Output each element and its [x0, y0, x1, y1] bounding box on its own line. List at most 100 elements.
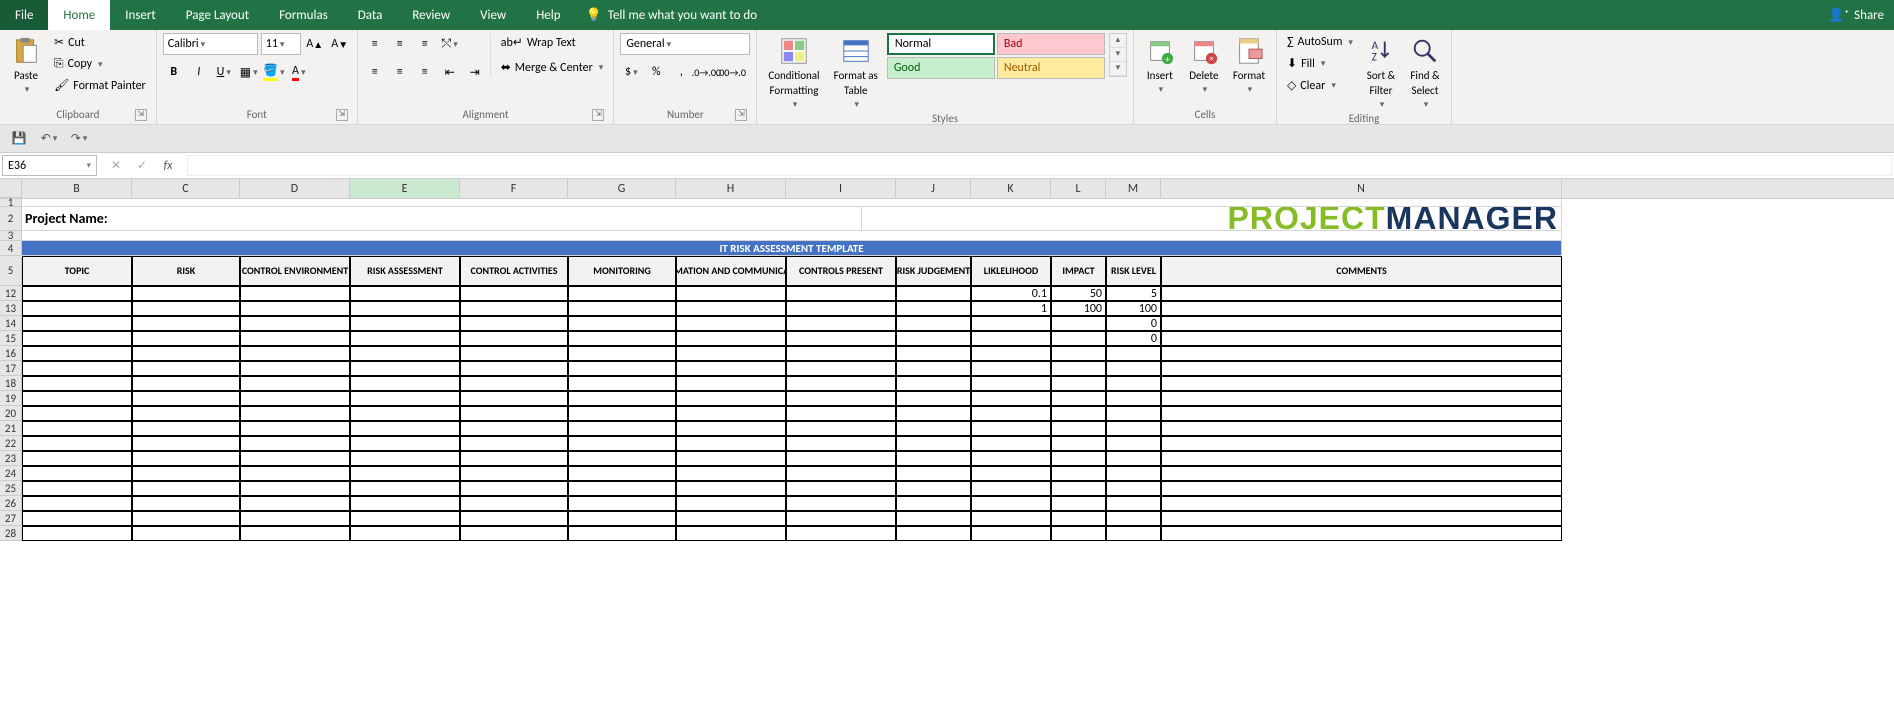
table-header[interactable]: LIKLELIHOOD [971, 256, 1051, 286]
conditional-formatting-button[interactable]: Conditional Formatting [763, 33, 824, 112]
table-cell[interactable] [568, 286, 676, 301]
table-cell[interactable] [240, 391, 350, 406]
table-cell[interactable] [240, 346, 350, 361]
table-cell[interactable] [350, 421, 460, 436]
table-header[interactable]: CONTROL ACTIVITIES [460, 256, 568, 286]
table-cell[interactable] [1051, 511, 1106, 526]
table-cell[interactable] [132, 361, 240, 376]
table-header[interactable]: RISK [132, 256, 240, 286]
cell-row-1[interactable] [22, 199, 1562, 207]
table-cell[interactable]: 100 [1106, 301, 1161, 316]
table-cell[interactable] [240, 466, 350, 481]
table-cell[interactable] [1106, 481, 1161, 496]
table-cell[interactable] [460, 511, 568, 526]
table-header[interactable]: RISK ASSESSMENT [350, 256, 460, 286]
column-header-L[interactable]: L [1051, 179, 1106, 198]
accounting-format-button[interactable]: $ [620, 61, 642, 83]
table-cell[interactable] [896, 481, 971, 496]
table-cell[interactable] [568, 316, 676, 331]
table-cell[interactable] [896, 511, 971, 526]
table-header[interactable]: MONITORING [568, 256, 676, 286]
format-cells-button[interactable]: Format [1228, 33, 1270, 97]
row-header-4[interactable]: 4 [0, 241, 22, 256]
tab-data[interactable]: Data [343, 0, 398, 30]
column-header-G[interactable]: G [568, 179, 676, 198]
table-cell[interactable] [568, 436, 676, 451]
share-button[interactable]: 👤⁺ Share [1818, 0, 1894, 30]
table-cell[interactable] [1051, 466, 1106, 481]
table-cell[interactable] [786, 331, 896, 346]
table-cell[interactable] [676, 301, 786, 316]
table-cell[interactable] [1161, 466, 1562, 481]
table-cell[interactable] [786, 301, 896, 316]
table-cell[interactable] [971, 496, 1051, 511]
table-cell[interactable] [676, 376, 786, 391]
table-cell[interactable] [350, 496, 460, 511]
table-cell[interactable] [240, 406, 350, 421]
table-header[interactable]: CONTROLS PRESENT [786, 256, 896, 286]
table-cell[interactable] [1051, 451, 1106, 466]
table-cell[interactable] [22, 466, 132, 481]
delete-cells-button[interactable]: × Delete [1184, 33, 1224, 97]
table-cell[interactable] [1106, 361, 1161, 376]
table-cell[interactable] [1106, 391, 1161, 406]
sort-filter-button[interactable]: AZ Sort & Filter [1361, 33, 1401, 112]
table-cell[interactable] [676, 481, 786, 496]
table-cell[interactable] [971, 361, 1051, 376]
table-cell[interactable] [240, 361, 350, 376]
align-left-button[interactable]: ≡ [364, 61, 386, 83]
table-cell[interactable] [786, 316, 896, 331]
font-dialog-launcher[interactable]: ⇲ [336, 109, 348, 121]
table-cell[interactable] [350, 436, 460, 451]
wrap-text-button[interactable]: ab↵Wrap Text [497, 33, 608, 52]
decrease-indent-button[interactable]: ⇤ [439, 61, 461, 83]
row-header-2[interactable]: 2 [0, 207, 22, 231]
table-cell[interactable] [1161, 526, 1562, 541]
table-cell[interactable] [132, 466, 240, 481]
table-cell[interactable] [1106, 406, 1161, 421]
row-header-19[interactable]: 19 [0, 391, 22, 406]
table-cell[interactable] [1106, 451, 1161, 466]
row-header-25[interactable]: 25 [0, 481, 22, 496]
table-cell[interactable] [132, 316, 240, 331]
underline-button[interactable]: U [213, 61, 235, 83]
table-cell[interactable] [350, 391, 460, 406]
table-cell[interactable] [460, 496, 568, 511]
table-cell[interactable] [350, 511, 460, 526]
tab-formulas[interactable]: Formulas [264, 0, 343, 30]
table-cell[interactable] [22, 436, 132, 451]
table-cell[interactable] [240, 451, 350, 466]
copy-button[interactable]: ⎘Copy [50, 55, 150, 73]
table-cell[interactable] [22, 481, 132, 496]
table-cell[interactable] [240, 376, 350, 391]
table-cell[interactable] [568, 421, 676, 436]
table-cell[interactable] [896, 346, 971, 361]
table-cell[interactable] [568, 361, 676, 376]
table-cell[interactable] [971, 526, 1051, 541]
table-cell[interactable] [22, 406, 132, 421]
italic-button[interactable]: I [188, 61, 210, 83]
table-cell[interactable] [350, 481, 460, 496]
table-cell[interactable] [786, 451, 896, 466]
row-header-26[interactable]: 26 [0, 496, 22, 511]
column-header-N[interactable]: N [1161, 179, 1562, 198]
table-cell[interactable] [786, 511, 896, 526]
table-cell[interactable] [22, 391, 132, 406]
table-cell[interactable] [240, 421, 350, 436]
row-header-17[interactable]: 17 [0, 361, 22, 376]
table-header[interactable]: RISK LEVEL [1106, 256, 1161, 286]
table-cell[interactable] [22, 331, 132, 346]
insert-cells-button[interactable]: + Insert [1140, 33, 1180, 97]
column-header-J[interactable]: J [896, 179, 971, 198]
table-cell[interactable] [676, 406, 786, 421]
table-cell[interactable] [676, 346, 786, 361]
table-cell[interactable] [240, 496, 350, 511]
table-header[interactable]: IMPACT [1051, 256, 1106, 286]
table-cell[interactable] [460, 526, 568, 541]
orientation-button[interactable]: ⤲ [439, 33, 461, 55]
table-cell[interactable] [568, 376, 676, 391]
table-cell[interactable] [460, 346, 568, 361]
fill-button[interactable]: ⬇Fill [1283, 54, 1357, 73]
table-cell[interactable] [896, 331, 971, 346]
table-cell[interactable] [971, 511, 1051, 526]
